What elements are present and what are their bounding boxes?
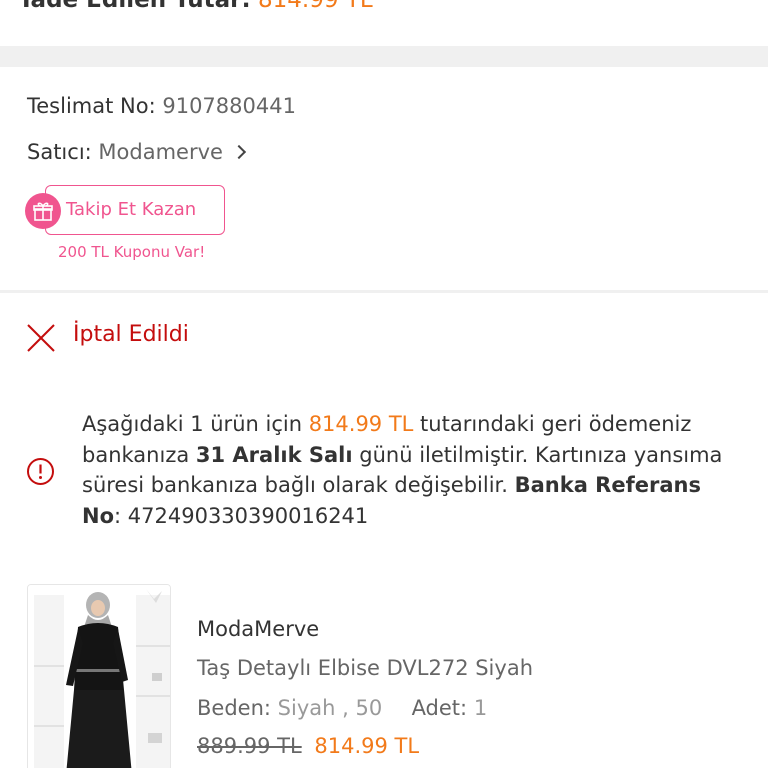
delivery-number-row: Teslimat No: 9107880441	[27, 94, 296, 118]
new-price: 814.99 TL	[314, 734, 420, 758]
refund-amount-value: 814.99 TL	[257, 0, 373, 13]
order-detail-page: İade Edilen Tutar: 814.99 TL Teslimat No…	[0, 0, 768, 768]
delivery-number-label: Teslimat No:	[27, 94, 156, 118]
product-image[interactable]	[27, 584, 171, 768]
refund-message-date: 31 Aralık Salı	[195, 442, 353, 467]
seller-name: Modamerve	[98, 140, 223, 164]
follow-and-earn-label: Takip Et Kazan	[66, 199, 197, 220]
refund-message: Aşağıdaki 1 ürün için 814.99 TL tutarınd…	[82, 409, 742, 531]
bank-reference-value: 472490330390016241	[127, 503, 369, 528]
bank-reference-separator: :	[114, 503, 128, 528]
refund-amount-row: İade Edilen Tutar: 814.99 TL	[22, 0, 373, 13]
cancellation-card: İptal Edildi Aşağıdaki 1 ürün için 814.9…	[0, 293, 768, 768]
refund-message-part1: Aşağıdaki 1 ürün için	[82, 412, 309, 436]
product-brand: ModaMerve	[197, 617, 320, 641]
quantity-label: Adet:	[411, 696, 468, 720]
size-value: Siyah , 50	[277, 696, 383, 720]
refund-amount-label: İade Edilen Tutar:	[22, 0, 251, 13]
product-attributes: Beden: Siyah , 50 Adet: 1	[197, 696, 487, 720]
close-icon	[26, 323, 56, 353]
product-prices: 889.99 TL 814.99 TL	[197, 734, 419, 758]
seller-row: Satıcı: Modamerve	[27, 140, 246, 164]
delivery-card: Teslimat No: 9107880441 Satıcı: Modamerv…	[0, 67, 768, 290]
info-icon	[26, 457, 55, 486]
seller-label: Satıcı:	[27, 140, 92, 164]
refund-summary-card: İade Edilen Tutar: 814.99 TL	[0, 0, 768, 46]
chevron-right-icon	[231, 144, 246, 160]
seller-link[interactable]: Modamerve	[98, 140, 246, 164]
follow-and-earn-button[interactable]: Takip Et Kazan	[45, 185, 225, 235]
status-label: İptal Edildi	[73, 322, 189, 347]
delivery-number-value: 9107880441	[162, 94, 296, 118]
product-name[interactable]: Taş Detaylı Elbise DVL272 Siyah	[197, 656, 533, 680]
quantity-value: 1	[473, 696, 488, 720]
old-price: 889.99 TL	[197, 734, 302, 758]
coupon-note: 200 TL Kuponu Var!	[58, 243, 206, 261]
size-label: Beden:	[197, 696, 271, 720]
gift-icon	[25, 193, 61, 229]
refund-message-amount: 814.99 TL	[308, 412, 414, 436]
